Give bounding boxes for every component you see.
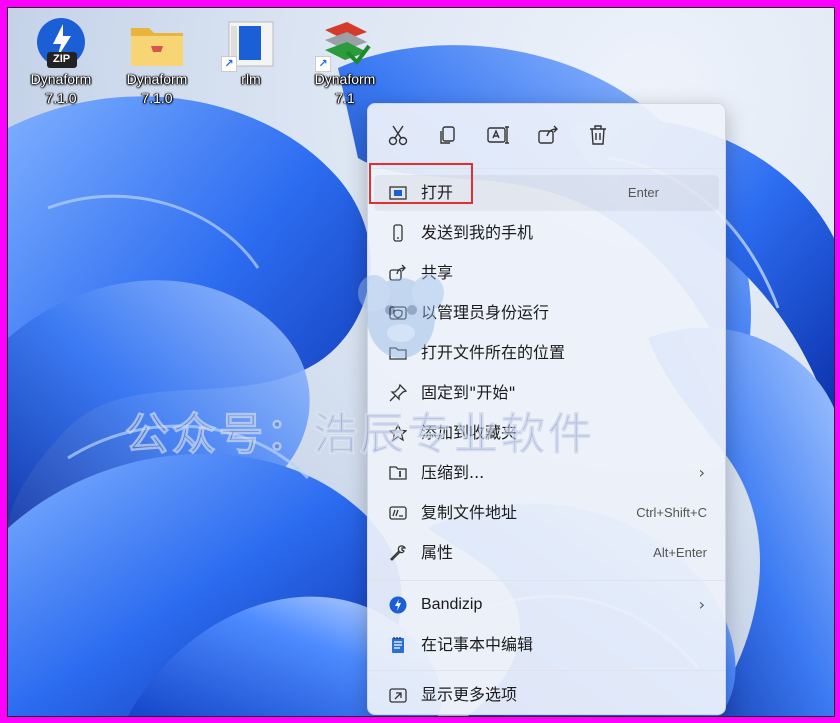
wrench-icon [389,544,407,562]
shortcut-arrow-icon: ↗ [315,56,331,72]
open-item-highlight-box [369,163,473,204]
desktop-icon-label: Dynaform 7.1.0 [30,71,92,106]
shortcut-arrow-icon: ↗ [221,56,237,72]
desktop-icon-dynaform-folder[interactable]: Dynaform 7.1.0 [114,8,200,108]
cut-icon[interactable] [385,122,411,148]
menu-item-properties[interactable]: 属性 Alt+Enter [374,535,719,571]
zip-icon [389,464,407,482]
desktop-icon-dynaform-app[interactable]: ↗ Dynaform 7.1 [302,8,388,108]
watermark-text: 公众号：浩辰专业软件 [125,409,595,461]
rename-icon[interactable] [485,122,511,148]
notepad-icon [389,636,407,654]
more-options-icon [389,686,407,704]
folder-icon [129,18,185,70]
dynaform-app-icon: ↗ [315,18,373,72]
copy-icon[interactable] [435,122,461,148]
desktop-icon-rlm[interactable]: ↗ rlm [208,8,294,89]
rlm-shortcut-icon: ↗ [221,18,279,72]
delete-icon[interactable] [585,122,611,148]
desktop-icon-label: rlm [241,71,261,87]
zip-badge: ZIP [53,53,71,65]
desktop: ZIP Dynaform 7.1.0 Dynaform 7.1.0 ↗ rlm … [7,7,835,717]
bandizip-icon [389,596,407,614]
desktop-icon-label: Dynaform 7.1.0 [126,71,188,106]
quick-actions-bar [368,104,725,170]
copy-path-icon [389,504,407,522]
menu-separator [368,580,725,581]
chevron-right-icon: › [698,595,705,614]
menu-item-edit-in-notepad[interactable]: 在记事本中编辑 [374,627,719,663]
menu-item-send-to-phone[interactable]: 发送到我的手机 [374,215,719,251]
desktop-icon-dynaform-zip[interactable]: ZIP Dynaform 7.1.0 [18,8,104,108]
menu-item-bandizip[interactable]: Bandizip › [374,587,719,623]
phone-icon [389,224,407,242]
menu-item-show-more-options[interactable]: 显示更多选项 [374,677,719,713]
menu-item-copy-file-path[interactable]: 复制文件地址 Ctrl+Shift+C [374,495,719,531]
mascot-watermark-image [358,275,444,358]
menu-separator [368,670,725,671]
zip-archive-icon: ZIP [33,18,89,70]
share-icon[interactable] [535,122,561,148]
